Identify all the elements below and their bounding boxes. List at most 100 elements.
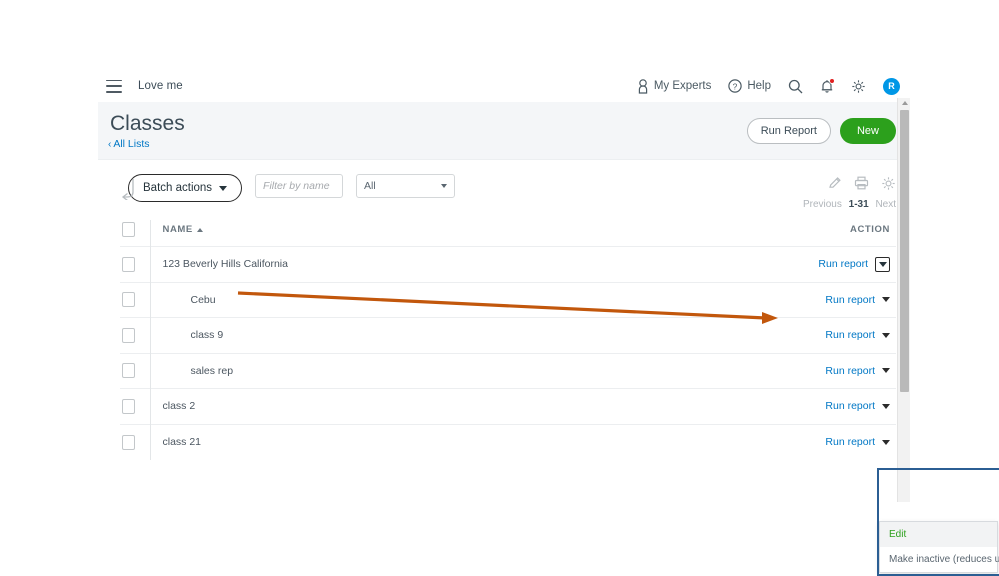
previous-page-button[interactable]: Previous — [803, 199, 842, 210]
chevron-down-icon — [219, 186, 227, 191]
table-header: NAME ACTION — [120, 220, 896, 247]
row-action-cell: Run report — [776, 353, 896, 389]
my-experts-button[interactable]: My Experts — [637, 79, 712, 94]
sort-ascending-icon — [197, 228, 203, 232]
row-checkbox[interactable] — [122, 435, 135, 450]
chevron-down-icon[interactable] — [882, 368, 890, 373]
row-checkbox[interactable] — [122, 257, 135, 272]
row-run-report-button[interactable]: Run report — [818, 257, 890, 272]
row-name-label: class 2 — [163, 400, 196, 412]
table-row: sales rep Run report — [120, 353, 896, 389]
row-name-label: 123 Beverly Hills California — [163, 258, 288, 270]
row-name-cell[interactable]: class 9 — [150, 318, 776, 354]
row-name-cell[interactable]: class 2 — [150, 389, 776, 425]
category-select-value: All — [364, 180, 376, 192]
question-mark-icon: ? — [728, 79, 742, 93]
row-action-cell: Run report — [776, 389, 896, 425]
page-range-label: 1-31 — [849, 199, 869, 210]
row-run-report-button[interactable]: Run report — [825, 329, 890, 341]
row-name-label: class 21 — [163, 436, 202, 448]
scroll-up-arrow-icon[interactable] — [902, 101, 908, 105]
select-all-checkbox[interactable] — [122, 222, 135, 237]
next-page-button[interactable]: Next — [875, 199, 896, 210]
row-name-cell[interactable]: Cebu — [150, 282, 776, 318]
chevron-down-icon[interactable] — [882, 440, 890, 445]
company-name: Love me — [138, 80, 183, 92]
batch-actions-label: Batch actions — [143, 182, 212, 194]
chevron-down-icon — [441, 184, 447, 188]
row-select-cell — [120, 247, 150, 283]
row-name-label: sales rep — [163, 365, 234, 377]
top-nav-actions: My Experts ? Help — [637, 78, 910, 95]
list-toolbar: Batch actions All — [98, 160, 910, 216]
row-checkbox[interactable] — [122, 292, 135, 307]
page-title: Classes — [110, 112, 185, 135]
gear-icon — [851, 79, 866, 94]
toolbar-right-group: Previous 1-31 Next — [803, 174, 896, 210]
notifications-button[interactable] — [820, 79, 834, 94]
name-column-header[interactable]: NAME — [150, 220, 776, 247]
table-row: Cebu Run report — [120, 282, 896, 318]
table-header-row: NAME ACTION — [120, 220, 896, 247]
page-header-left: Classes ‹ All Lists — [108, 110, 185, 150]
table-row: class 9 Run report — [120, 318, 896, 354]
classes-table: NAME ACTION 123 Beverly Hills California… — [120, 220, 896, 460]
row-name-label: class 9 — [163, 329, 224, 341]
row-action-cell: Run report — [776, 318, 896, 354]
row-checkbox[interactable] — [122, 363, 135, 378]
action-column-label: ACTION — [850, 224, 890, 235]
batch-actions-button[interactable]: Batch actions — [128, 174, 242, 202]
row-run-report-button[interactable]: Run report — [825, 365, 890, 377]
svg-text:?: ? — [733, 81, 738, 91]
menu-item-make-inactive[interactable]: Make inactive (reduces usage) — [880, 547, 997, 572]
chevron-left-icon: ‹ — [108, 139, 111, 150]
row-action-dropdown-toggle[interactable] — [875, 257, 890, 272]
row-name-cell[interactable]: 123 Beverly Hills California — [150, 247, 776, 283]
help-button[interactable]: ? Help — [728, 79, 771, 93]
run-report-button[interactable]: Run Report — [747, 118, 831, 144]
row-run-report-button[interactable]: Run report — [825, 294, 890, 306]
chevron-down-icon[interactable] — [882, 333, 890, 338]
row-checkbox[interactable] — [122, 328, 135, 343]
user-avatar[interactable]: R — [883, 78, 900, 95]
vertical-scrollbar[interactable] — [897, 98, 910, 502]
row-action-cell: Run report — [776, 247, 896, 283]
select-all-header — [120, 220, 150, 247]
annotation-curve-arrow-icon — [120, 178, 136, 205]
table-body: 123 Beverly Hills CaliforniaRun reportCe… — [120, 247, 896, 460]
pagination: Previous 1-31 Next — [803, 199, 896, 210]
chevron-down-icon[interactable] — [882, 297, 890, 302]
help-label: Help — [747, 80, 771, 92]
row-run-report-button[interactable]: Run report — [825, 436, 890, 448]
settings-button[interactable] — [851, 79, 866, 94]
filter-by-name-input[interactable] — [255, 174, 343, 198]
person-icon — [637, 79, 649, 94]
name-column-label: NAME — [163, 224, 193, 235]
row-select-cell — [120, 424, 150, 460]
new-button[interactable]: New — [840, 118, 896, 144]
search-button[interactable] — [788, 79, 803, 94]
row-run-report-label: Run report — [818, 258, 868, 270]
row-select-cell — [120, 282, 150, 318]
breadcrumb-label: All Lists — [113, 138, 149, 150]
row-run-report-button[interactable]: Run report — [825, 400, 890, 412]
page-header: Classes ‹ All Lists Run Report New — [98, 102, 910, 160]
row-run-report-label: Run report — [825, 365, 875, 377]
action-dropdown-menu: Edit Make inactive (reduces usage) — [879, 521, 998, 573]
row-name-cell[interactable]: class 21 — [150, 424, 776, 460]
chevron-down-icon — [879, 262, 887, 267]
gear-icon[interactable] — [881, 176, 896, 191]
pencil-icon[interactable] — [828, 176, 842, 191]
category-select[interactable]: All — [356, 174, 455, 198]
chevron-down-icon[interactable] — [882, 404, 890, 409]
breadcrumb-all-lists[interactable]: ‹ All Lists — [108, 138, 185, 150]
row-checkbox[interactable] — [122, 399, 135, 414]
app-window: Love me My Experts ? Hel — [98, 70, 910, 502]
printer-icon[interactable] — [854, 176, 869, 191]
scrollbar-thumb[interactable] — [900, 110, 909, 392]
hamburger-menu-icon[interactable] — [106, 80, 122, 93]
row-name-cell[interactable]: sales rep — [150, 353, 776, 389]
menu-item-edit[interactable]: Edit — [880, 522, 997, 547]
my-experts-label: My Experts — [654, 80, 712, 92]
search-icon — [788, 79, 803, 94]
